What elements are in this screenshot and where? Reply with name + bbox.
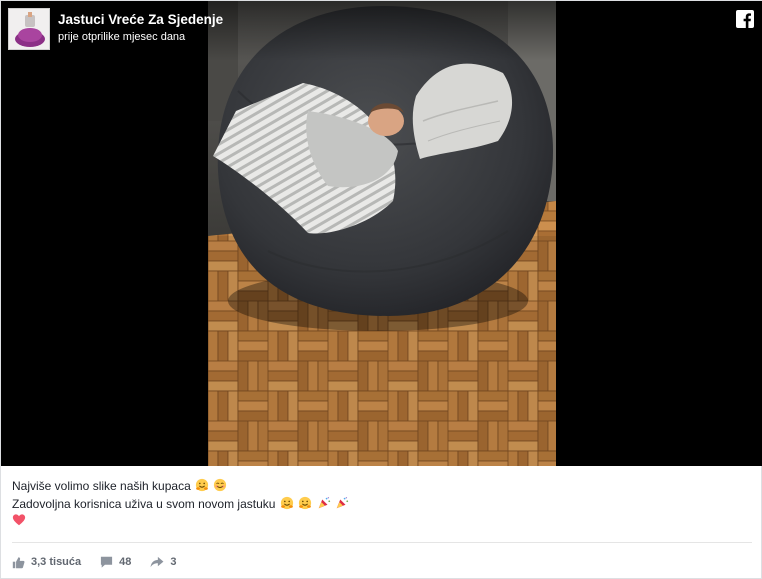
smiling-face-icon xyxy=(214,478,227,492)
post-header: Jastuci Vreće Za Sjedenje prije otprilik… xyxy=(1,1,762,61)
likes-stat[interactable]: 3,3 tisuća xyxy=(12,556,81,569)
caption-text-1: Najviše volimo slike naših kupaca xyxy=(12,479,191,493)
post-caption: Najviše volimo slike naših kupaca Zadovo… xyxy=(12,478,752,531)
facebook-post-embed: Jastuci Vreće Za Sjedenje prije otprilik… xyxy=(0,0,762,579)
photo-illustration xyxy=(208,1,556,466)
caption-line-3 xyxy=(12,513,752,531)
share-arrow-icon xyxy=(150,556,164,568)
hugging-face-icon xyxy=(280,496,293,509)
comment-bubble-icon xyxy=(101,556,113,568)
post-timestamp[interactable]: prije otprilike mjesec dana xyxy=(58,31,185,43)
party-popper-icon xyxy=(336,496,348,508)
caption-line-2: Zadovoljna korisnica uživa u svom novom … xyxy=(12,496,752,514)
facebook-icon[interactable] xyxy=(736,10,754,28)
post-stats: 3,3 tisuća 48 3 xyxy=(12,553,196,571)
bean-bag-logo-icon xyxy=(9,9,49,49)
like-thumb-icon xyxy=(12,556,25,568)
shares-stat[interactable]: 3 xyxy=(150,556,177,568)
likes-count: 3,3 tisuća xyxy=(31,556,82,568)
hugging-face-icon xyxy=(195,478,209,492)
comments-stat[interactable]: 48 xyxy=(100,556,131,568)
party-popper-icon xyxy=(318,496,330,508)
heart-icon xyxy=(12,514,26,526)
post-media[interactable]: Jastuci Vreće Za Sjedenje prije otprilik… xyxy=(1,1,762,466)
hugging-face-icon xyxy=(299,496,312,509)
shares-count: 3 xyxy=(170,556,177,568)
footer-divider xyxy=(12,542,752,543)
caption-text-2: Zadovoljna korisnica uživa u svom novom … xyxy=(12,496,276,511)
page-avatar[interactable] xyxy=(8,8,50,50)
comments-count: 48 xyxy=(119,556,132,568)
page-name-link[interactable]: Jastuci Vreće Za Sjedenje xyxy=(58,12,223,27)
caption-line-1: Najviše volimo slike naših kupaca xyxy=(12,478,752,496)
bean-bag-photo[interactable] xyxy=(208,1,556,466)
